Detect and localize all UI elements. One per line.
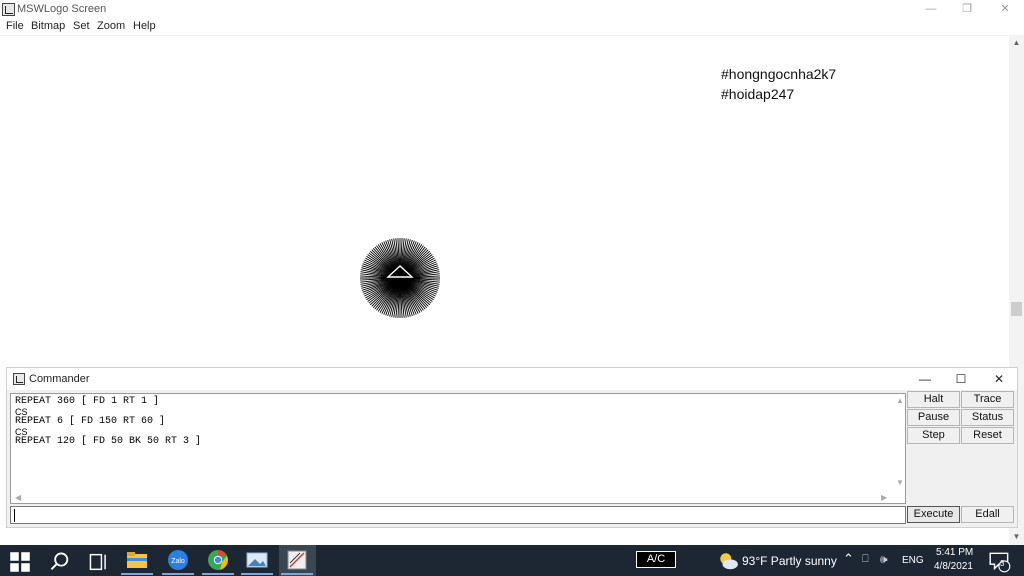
menu-set[interactable]: Set <box>73 20 90 32</box>
commander-icon <box>13 373 25 385</box>
history-line: REPEAT 120 [ FD 50 BK 50 RT 3 ] <box>15 436 202 447</box>
menu-zoom[interactable]: Zoom <box>97 20 125 32</box>
zalo-icon[interactable]: Zalo <box>166 549 190 571</box>
scroll-right-icon[interactable]: ▶ <box>881 493 887 502</box>
taskbar: Zalo 93°F Partly sunny ⌃ ⎕ 🕪 ENG 5:41 PM… <box>0 545 1024 576</box>
edall-button[interactable]: Edall <box>961 506 1014 523</box>
window-titlebar: MSWLogo Screen — ❐ ✕ <box>0 0 1024 19</box>
running-indicator <box>202 573 234 575</box>
scroll-down-icon[interactable]: ▼ <box>896 478 904 487</box>
turtle-drawing <box>360 238 440 318</box>
menu-bar: File Bitmap Set Zoom Help <box>0 19 1024 35</box>
reset-button[interactable]: Reset <box>961 427 1014 444</box>
partly-sunny-icon <box>720 553 738 570</box>
clock-date[interactable]: 4/8/2021 <box>934 561 973 572</box>
pause-button[interactable]: Pause <box>907 409 960 426</box>
text-caret <box>14 509 15 522</box>
file-explorer-icon[interactable] <box>125 549 149 571</box>
execute-button[interactable]: Execute <box>907 506 960 523</box>
scroll-left-icon[interactable]: ◀ <box>15 493 21 502</box>
close-button[interactable]: ✕ <box>990 1 1020 17</box>
running-indicator <box>121 573 153 575</box>
running-indicator <box>241 573 273 575</box>
restore-button[interactable]: ❐ <box>952 1 982 17</box>
commander-window: Commander — ☐ ✕ REPEAT 360 [ FD 1 RT 1 ]… <box>6 367 1018 528</box>
canvas-scroll-thumb[interactable] <box>1011 302 1022 316</box>
windows-start-icon[interactable] <box>8 551 32 573</box>
canvas-note-hashtag: #hoidap247 <box>721 86 795 102</box>
running-indicator <box>162 573 194 575</box>
commander-close-button[interactable]: ✕ <box>987 371 1011 387</box>
photos-icon[interactable] <box>245 549 269 571</box>
clock-time[interactable]: 5:41 PM <box>936 547 973 558</box>
scroll-up-icon[interactable]: ▲ <box>896 396 904 405</box>
window-title: MSWLogo Screen <box>17 3 107 15</box>
mswlogo-app-icon <box>2 3 15 16</box>
step-button[interactable]: Step <box>907 427 960 444</box>
trace-button[interactable]: Trace <box>961 391 1014 408</box>
commander-title: Commander <box>29 373 90 385</box>
scroll-down-icon[interactable]: ▼ <box>1009 531 1024 543</box>
status-button[interactable]: Status <box>961 409 1014 426</box>
task-view-icon[interactable] <box>87 551 111 573</box>
history-line: REPEAT 6 [ FD 150 RT 60 ] <box>15 416 166 427</box>
commander-titlebar: Commander — ☐ ✕ <box>7 368 1017 390</box>
logo-canvas[interactable]: #hongngocnha2k7 #hoidap247 <box>0 35 1009 366</box>
language-indicator[interactable]: ENG <box>902 555 924 566</box>
chevron-up-icon[interactable]: ⌃ <box>843 551 854 567</box>
turtle-rays <box>360 238 440 318</box>
command-input[interactable] <box>10 506 906 524</box>
mswlogo-taskbar-icon[interactable] <box>285 549 309 571</box>
ac-badge: A/C <box>636 551 676 568</box>
volume-icon[interactable]: 🕪 <box>880 552 888 567</box>
commander-maximize-button[interactable]: ☐ <box>949 371 973 387</box>
menu-file[interactable]: File <box>6 20 24 32</box>
command-history[interactable]: REPEAT 360 [ FD 1 RT 1 ] CS REPEAT 6 [ F… <box>10 393 906 504</box>
minimize-button[interactable]: — <box>916 1 946 17</box>
notification-count: 3 <box>1000 559 1005 568</box>
network-icon[interactable]: ⎕ <box>862 553 869 566</box>
halt-button[interactable]: Halt <box>907 391 960 408</box>
menu-help[interactable]: Help <box>133 20 156 32</box>
history-vertical-scrollbar[interactable]: ▲ ▼ <box>895 394 906 491</box>
canvas-note-hashtag: #hongngocnha2k7 <box>721 66 837 82</box>
weather-text[interactable]: 93°F Partly sunny <box>742 554 837 568</box>
zalo-icon-label: Zalo <box>171 558 185 565</box>
running-indicator <box>281 573 313 575</box>
chrome-icon[interactable] <box>206 549 230 571</box>
search-icon[interactable] <box>48 551 72 573</box>
scroll-up-icon[interactable]: ▲ <box>1009 37 1024 49</box>
history-horizontal-scrollbar[interactable]: ◀ ▶ <box>11 492 895 504</box>
commander-minimize-button[interactable]: — <box>913 371 937 387</box>
history-line: REPEAT 360 [ FD 1 RT 1 ] <box>15 396 160 407</box>
menu-bitmap[interactable]: Bitmap <box>31 20 65 32</box>
